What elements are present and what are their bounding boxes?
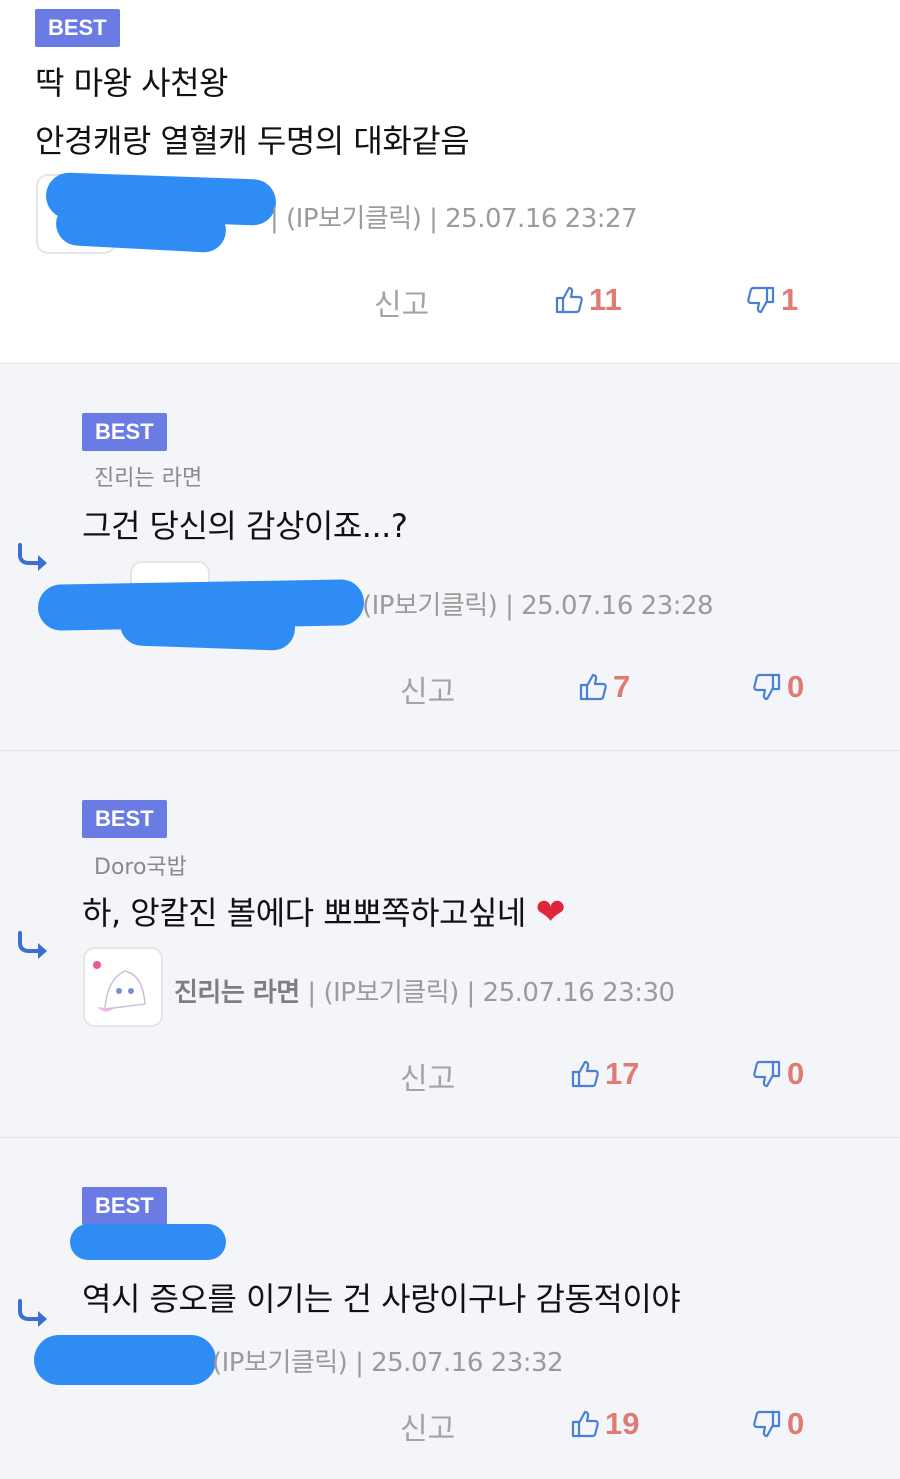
thumbs-up-icon (571, 1060, 599, 1088)
meta-info: | (IP보기클릭) | 25.07.16 23:30 (307, 978, 675, 1008)
thumbs-up-icon (579, 673, 607, 701)
thumbs-down-icon (753, 1410, 781, 1438)
like-button[interactable]: 17 (569, 1056, 639, 1092)
best-badge: BEST (35, 9, 120, 47)
reply-to-nickname[interactable]: 진리는 라면 (94, 460, 202, 492)
comment-text-line: 역시 증오를 이기는 건 사랑이구나 감동적이야 (82, 1280, 681, 1318)
comment-meta[interactable]: 진리는 라면 | (IP보기클릭) | 25.07.16 23:30 (174, 972, 675, 1009)
dislike-count: 0 (787, 669, 805, 704)
dislike-count: 0 (787, 1056, 805, 1091)
like-button[interactable]: 19 (569, 1406, 639, 1442)
redaction-scribble (54, 200, 228, 254)
reply-arrow-icon (18, 1299, 47, 1327)
report-button[interactable]: 신고 (374, 280, 429, 324)
thumbs-down-icon (753, 1060, 781, 1088)
comment-1: BEST 딱 마왕 사천왕 안경캐랑 열혈캐 두명의 대화같음 | (IP보기클… (0, 0, 900, 364)
heart-emoji: ❤ (535, 892, 566, 933)
dislike-button[interactable]: 0 (751, 1056, 804, 1092)
like-button[interactable]: 7 (577, 669, 630, 705)
reply-arrow-icon (18, 543, 47, 571)
redaction-scribble (119, 600, 296, 652)
like-count: 11 (589, 282, 622, 317)
comment-4: BEST 역시 증오를 이기는 건 사랑이구나 감동적이야 (IP보기클릭) |… (0, 1138, 900, 1479)
report-button[interactable]: 신고 (400, 667, 455, 711)
like-count: 19 (605, 1406, 640, 1441)
dislike-button[interactable]: 0 (751, 1406, 804, 1442)
comment-meta[interactable]: | (IP보기클릭) | 25.07.16 23:27 (270, 198, 638, 235)
like-count: 7 (613, 669, 631, 704)
dislike-button[interactable]: 0 (751, 669, 804, 705)
dislike-count: 1 (781, 282, 799, 317)
comment-meta[interactable]: (IP보기클릭) | 25.07.16 23:32 (212, 1342, 564, 1379)
avatar-drawing (85, 949, 161, 1025)
best-badge: BEST (82, 1187, 167, 1225)
dislike-count: 0 (787, 1406, 805, 1441)
best-badge: BEST (82, 800, 167, 838)
reply-arrow-icon (18, 931, 47, 959)
comment-2: BEST 진리는 라면 그건 당신의 감상이죠...? (IP보기클릭) | 2… (0, 364, 900, 751)
comment-text-line: 그건 당신의 감상이죠...? (82, 507, 408, 545)
comment-text-line: 안경캐랑 열혈캐 두명의 대화같음 (35, 122, 470, 160)
dislike-button[interactable]: 1 (745, 282, 798, 318)
thumbs-down-icon (747, 286, 775, 314)
comment-text-line: 딱 마왕 사천왕 (35, 64, 228, 102)
redaction-scribble (70, 1224, 226, 1260)
best-badge: BEST (82, 413, 167, 451)
report-button[interactable]: 신고 (400, 1054, 455, 1098)
thumbs-up-icon (571, 1410, 599, 1438)
comment-meta[interactable]: (IP보기클릭) | 25.07.16 23:28 (362, 585, 714, 622)
author-nickname[interactable]: 진리는 라면 (174, 978, 300, 1008)
redaction-scribble (34, 1335, 216, 1385)
reply-to-nickname[interactable]: Doro국밥 (94, 849, 187, 881)
comment-text-line: 하, 앙칼진 볼에다 뽀뽀쪽하고싶네 ❤ (82, 888, 566, 934)
report-button[interactable]: 신고 (400, 1404, 455, 1448)
like-count: 17 (605, 1056, 640, 1091)
thumbs-up-icon (555, 286, 583, 314)
avatar[interactable] (83, 947, 163, 1027)
like-button[interactable]: 11 (553, 282, 622, 318)
comment-text: 하, 앙칼진 볼에다 뽀뽀쪽하고싶네 (82, 894, 526, 932)
comment-3: BEST Doro국밥 하, 앙칼진 볼에다 뽀뽀쪽하고싶네 ❤ 진리는 라면 … (0, 751, 900, 1138)
thumbs-down-icon (753, 673, 781, 701)
